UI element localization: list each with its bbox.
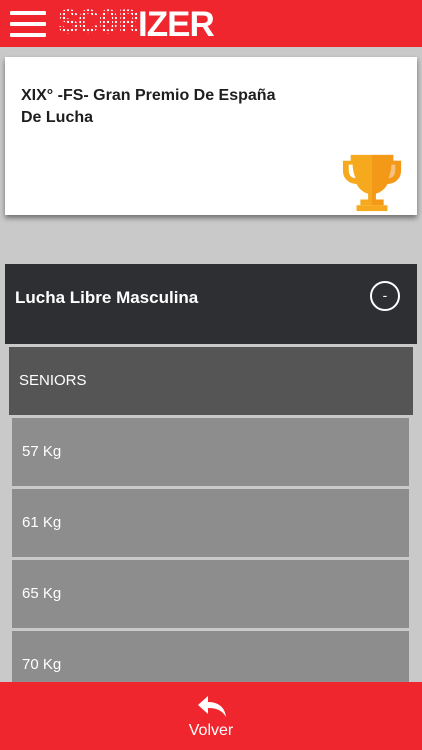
- section-header[interactable]: Lucha Libre Masculina -: [5, 264, 417, 344]
- event-title: XIX° -FS- Gran Premio De España De Lucha: [21, 87, 276, 126]
- weight-label: 65 Kg: [22, 585, 62, 602]
- logo-dotted-text: SC0R: [58, 4, 139, 44]
- event-card: XIX° -FS- Gran Premio De España De Lucha: [5, 57, 417, 215]
- section-title: Lucha Libre Masculina: [15, 288, 199, 307]
- weight-row[interactable]: 61 Kg: [12, 489, 409, 557]
- weight-row[interactable]: 65 Kg: [12, 560, 409, 628]
- weight-label: 57 Kg: [22, 443, 62, 460]
- collapse-button[interactable]: -: [370, 281, 400, 311]
- logo-solid-text: IZER: [138, 4, 215, 44]
- app-logo: SC0R IZER: [58, 4, 215, 44]
- weight-label: 70 Kg: [22, 656, 62, 673]
- back-button[interactable]: Volver: [0, 682, 422, 750]
- category-label: SENIORS: [19, 372, 87, 389]
- back-label: Volver: [188, 722, 234, 739]
- category-row[interactable]: SENIORS: [9, 347, 413, 415]
- weight-label: 61 Kg: [22, 514, 62, 531]
- weight-row[interactable]: 57 Kg: [12, 418, 409, 486]
- top-bar: SC0R IZER: [0, 0, 422, 47]
- trophy-icon: [342, 154, 402, 212]
- menu-icon[interactable]: [10, 10, 46, 38]
- back-arrow-icon: [198, 696, 226, 717]
